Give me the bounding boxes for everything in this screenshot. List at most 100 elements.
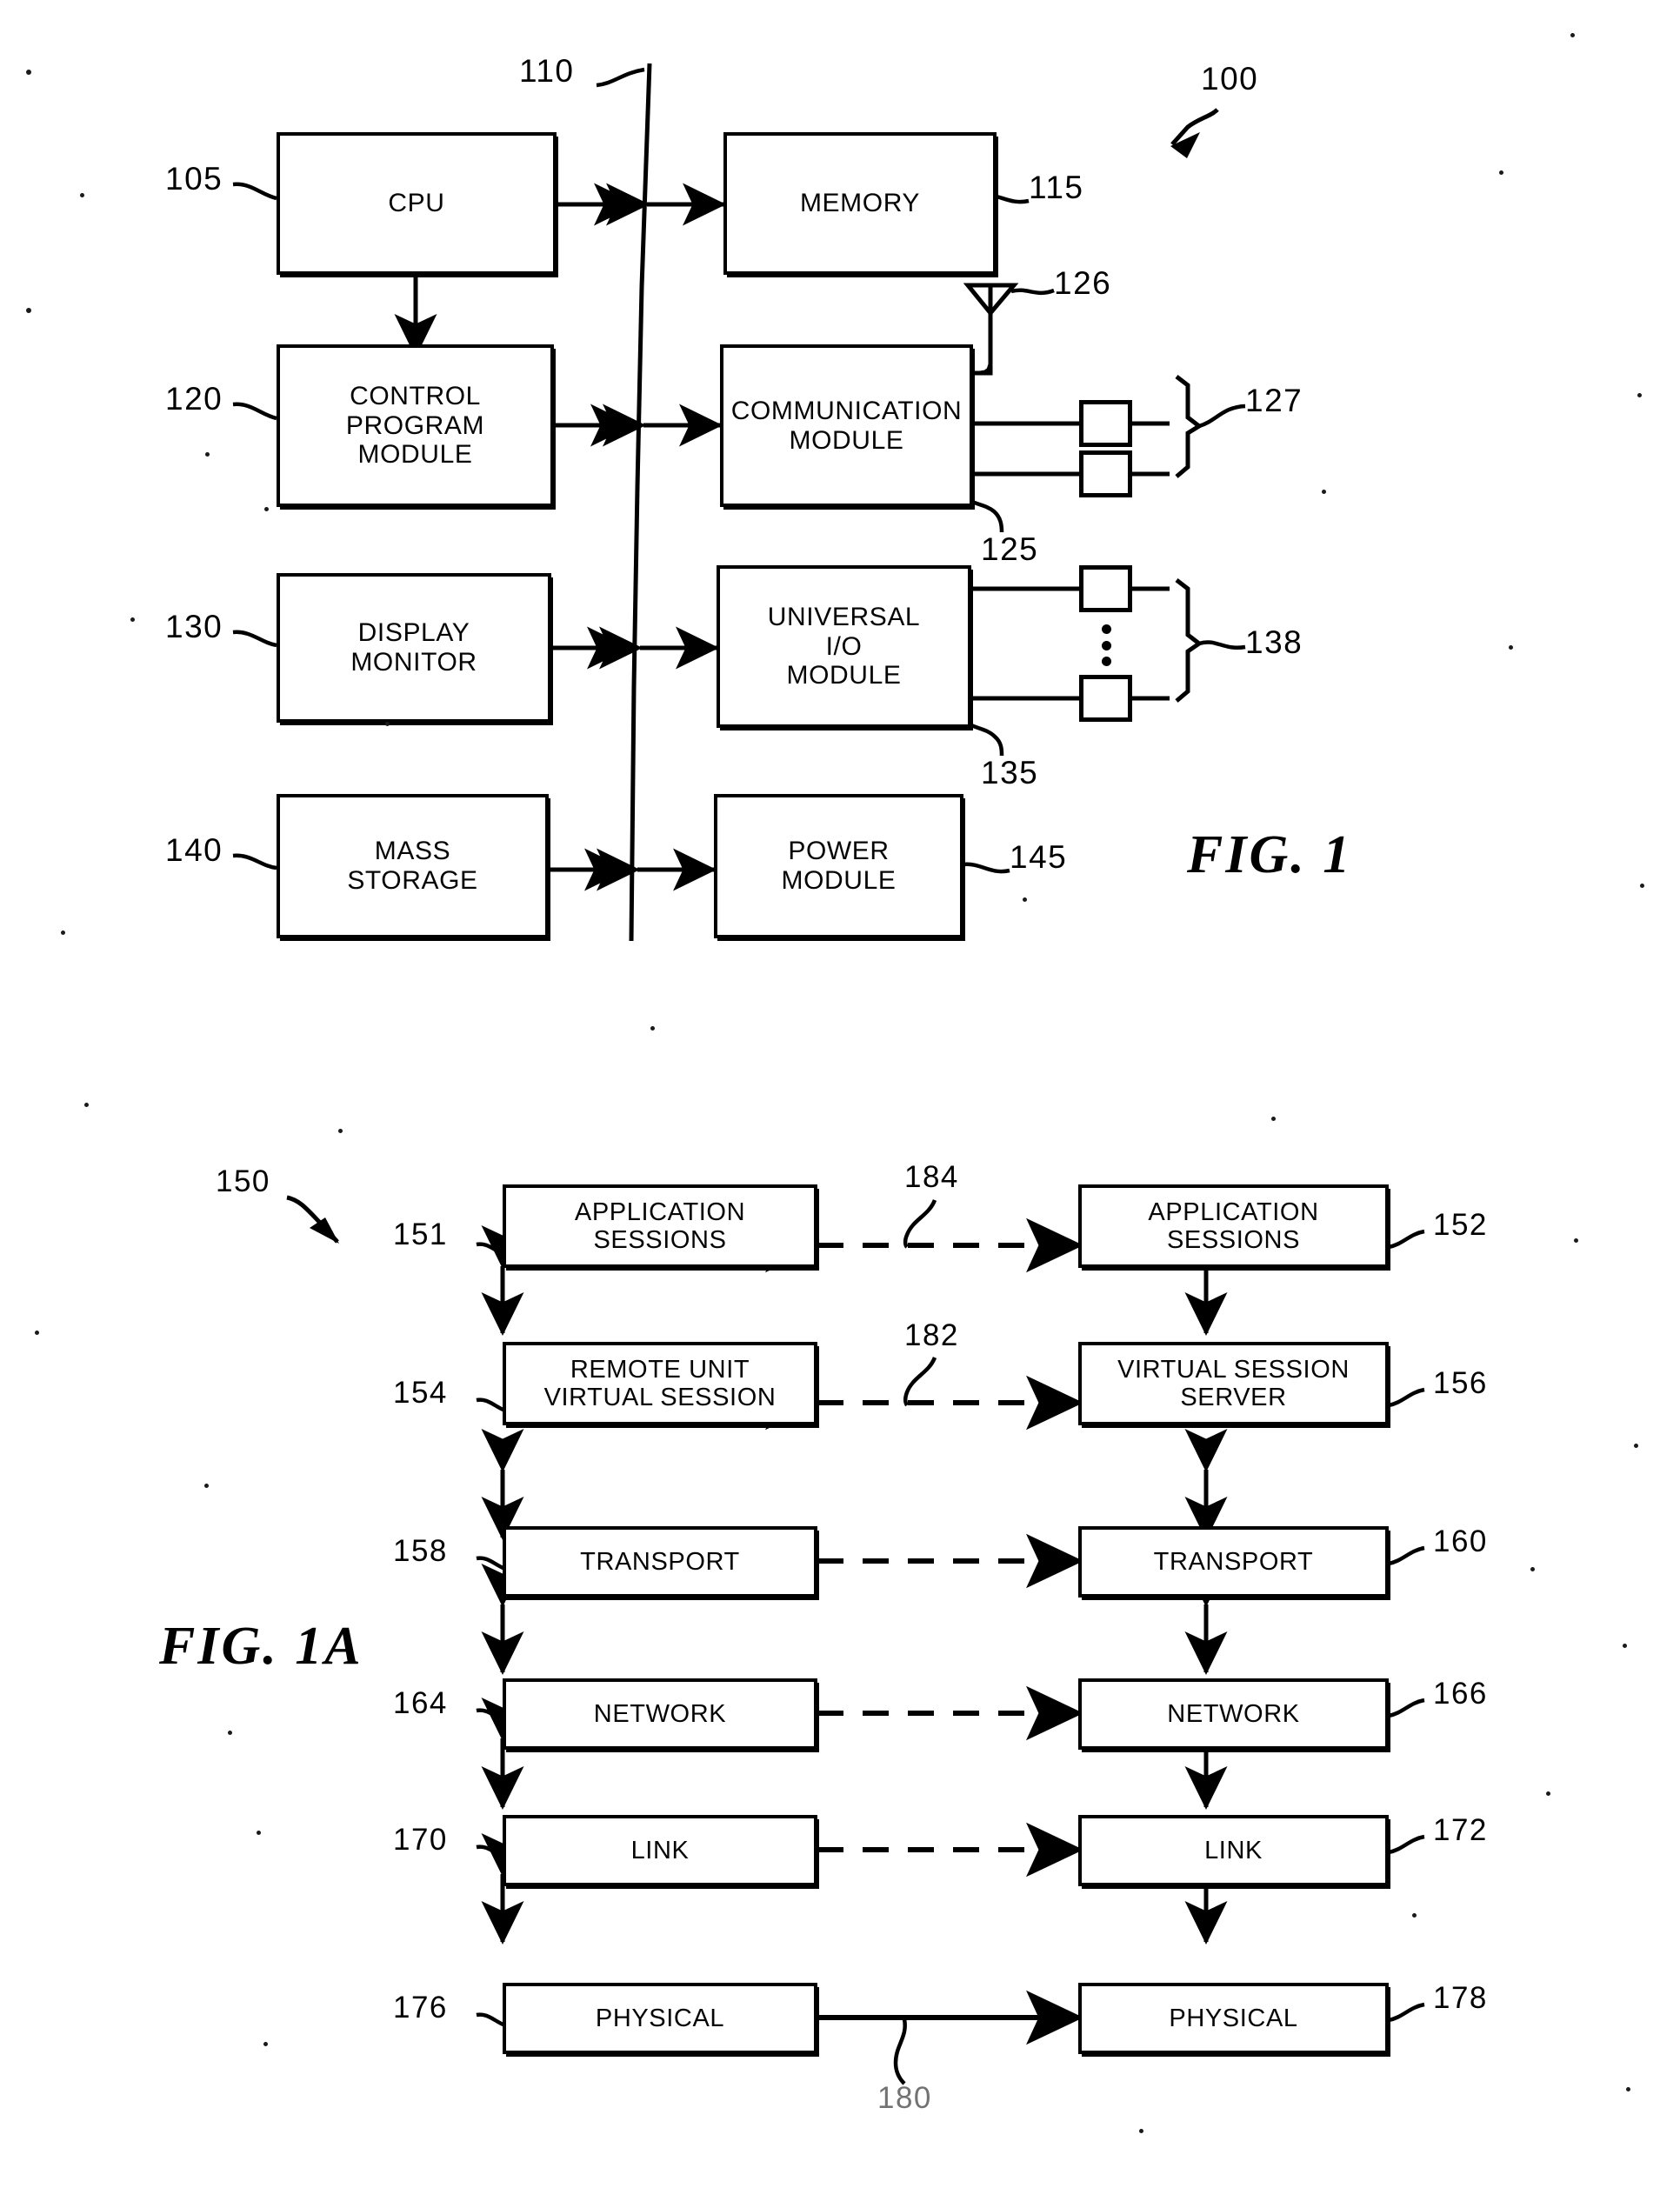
block-power-label-0: POWER [788,837,890,866]
scan-speck [26,308,31,313]
scan-speck [1623,1644,1627,1648]
ref-154: 154 [393,1376,448,1410]
scan-speck [1023,897,1027,902]
ref-156: 156 [1433,1366,1488,1400]
block-link-left: LINK [503,1815,817,1886]
block-comm-label-1: MODULE [789,425,904,455]
ref-152: 152 [1433,1208,1488,1242]
block-uio-label-1: I/O [825,631,863,661]
block-control-program-module: CONTROL PROGRAM MODULE [277,344,554,507]
ref-145: 145 [1010,839,1068,875]
ref-100-system: 100 [1201,61,1259,97]
app-sessions-right-label-1: SESSIONS [1166,1226,1301,1254]
link-right-label-0: LINK [1204,1836,1263,1864]
block-mass-label-0: MASS [374,837,451,866]
virtual-server-label-1: SERVER [1180,1384,1287,1411]
block-application-sessions-left: APPLICATION SESSIONS [503,1184,817,1268]
block-memory-label-0: MEMORY [799,189,921,218]
app-sessions-left-label-0: APPLICATION [574,1197,746,1226]
ref-115: 115 [1029,170,1084,205]
scan-speck [1570,33,1575,37]
scan-speck [1530,1567,1535,1571]
block-cpu: CPU [277,132,557,275]
block-power-module: POWER MODULE [714,794,963,938]
physical-right-label-0: PHYSICAL [1169,2004,1298,2032]
scan-speck [204,1484,209,1488]
ref-110-bus: 110 [519,53,575,89]
scan-speck [1509,645,1513,650]
scan-speck [130,617,135,622]
scan-speck [650,1026,655,1031]
block-communication-module: COMMUNICATION MODULE [720,344,973,507]
transport-right-label-0: TRANSPORT [1153,1547,1314,1576]
block-mass-storage: MASS STORAGE [277,794,549,938]
ref-182-session-link: 182 [904,1318,959,1352]
ref-164: 164 [393,1686,448,1720]
scan-speck [1634,1444,1638,1448]
ref-166: 166 [1433,1677,1488,1711]
remote-virtual-label-0: REMOTE UNIT [570,1355,750,1384]
ref-158: 158 [393,1534,448,1568]
ref-126-antenna: 126 [1054,265,1112,301]
io-ports-ellipsis-icon [1101,624,1111,666]
scan-speck [1412,1913,1417,1918]
block-mass-label-1: STORAGE [347,866,478,895]
ref-184-app-link: 184 [904,1160,959,1194]
scan-speck [1271,1117,1276,1121]
block-transport-left: TRANSPORT [503,1526,817,1598]
scan-speck [1626,2087,1630,2091]
ref-150-system: 150 [216,1164,270,1198]
ref-130: 130 [165,609,223,644]
scan-speck [257,1831,261,1835]
ref-172: 172 [1433,1813,1488,1847]
ref-170: 170 [393,1823,448,1857]
block-application-sessions-right: APPLICATION SESSIONS [1078,1184,1389,1268]
block-display-monitor: DISPLAY MONITOR [277,573,551,723]
block-power-label-1: MODULE [781,866,897,895]
ref-160: 160 [1433,1524,1488,1558]
scan-speck [263,2042,268,2046]
app-sessions-left-label-1: SESSIONS [593,1226,727,1254]
scan-speck [26,70,31,75]
block-virtual-session-server: VIRTUAL SESSION SERVER [1078,1342,1389,1425]
ref-135: 135 [981,755,1039,790]
io-port-square-2 [1079,675,1132,722]
block-universal-io-module: UNIVERSAL I/O MODULE [717,565,971,728]
ref-178: 178 [1433,1981,1488,2015]
scan-speck [1139,2129,1143,2133]
scan-speck [1546,1791,1550,1796]
scan-speck [35,1331,39,1335]
app-sessions-right-label-0: APPLICATION [1148,1197,1319,1226]
scan-speck [1574,1238,1578,1243]
scan-speck [1499,170,1503,175]
scan-speck [338,1129,343,1133]
scan-speck [1322,490,1326,494]
comm-port-square-2 [1079,450,1132,497]
ref-138-io-ports: 138 [1245,624,1303,660]
scan-speck [1637,393,1642,397]
scan-speck [385,722,390,726]
drawing-vector-layer [232,63,1425,2085]
comm-port-square-1 [1079,400,1132,447]
network-left-label-0: NETWORK [593,1699,727,1728]
block-cpu-label-0: CPU [388,189,445,218]
ref-125: 125 [981,531,1039,567]
figure-1a-caption: FIG. 1A [159,1617,363,1676]
scan-speck [228,1731,232,1735]
patent-drawing-sheet: CPU MEMORY CONTROL PROGRAM MODULE COMMUN… [0,0,1680,2188]
physical-left-label-0: PHYSICAL [595,2004,725,2032]
ref-176: 176 [393,1991,448,2025]
block-display-label-0: DISPLAY [357,618,470,648]
block-transport-right: TRANSPORT [1078,1526,1389,1598]
ref-180-physical-link: 180 [877,2081,932,2115]
scan-speck [61,931,65,935]
scan-speck [84,1103,89,1107]
transport-left-label-0: TRANSPORT [580,1547,740,1576]
link-left-label-0: LINK [630,1836,690,1864]
scan-speck [205,452,210,457]
block-control-label-1: PROGRAM [345,410,485,440]
network-right-label-0: NETWORK [1167,1699,1300,1728]
ref-120: 120 [165,381,223,417]
ref-105: 105 [165,161,223,197]
block-physical-right: PHYSICAL [1078,1983,1389,2054]
